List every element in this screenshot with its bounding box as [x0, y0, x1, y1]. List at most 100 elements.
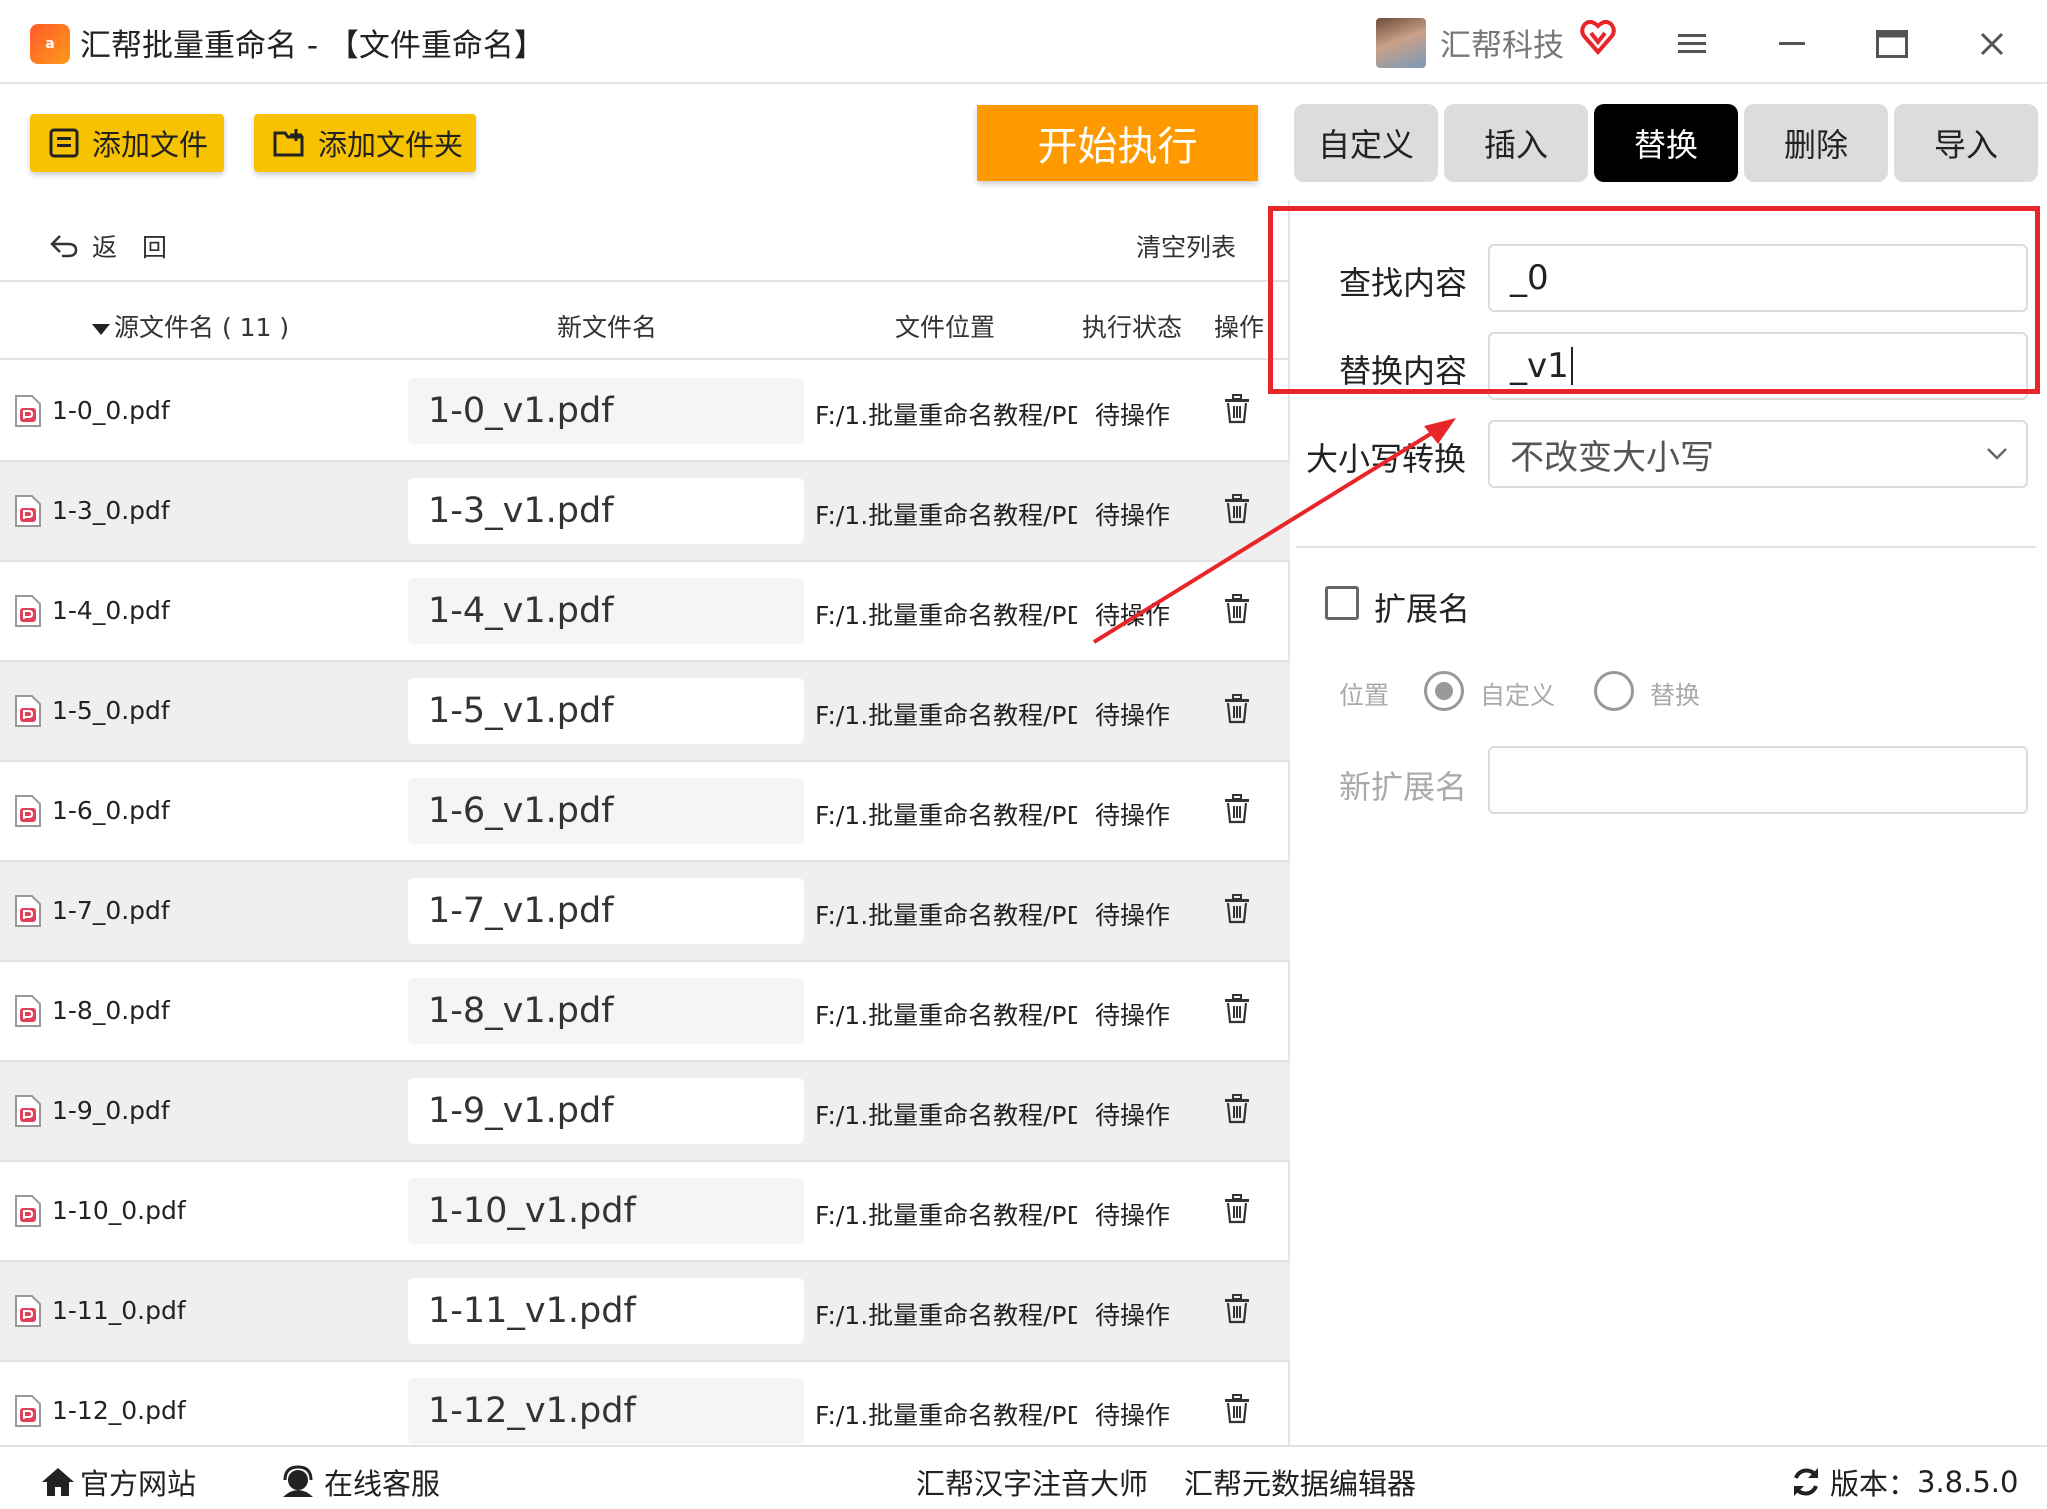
start-button[interactable]: 开始执行	[977, 105, 1258, 181]
position-label: 位置	[1339, 681, 1390, 710]
pdf-file-icon	[15, 595, 41, 627]
source-file-name: 1-4_0.pdf	[52, 596, 170, 625]
new-file-name-input[interactable]: 1-6_v1.pdf	[408, 778, 804, 844]
source-file-name: 1-5_0.pdf	[52, 696, 170, 725]
back-button[interactable]: 返 回	[48, 228, 167, 264]
add-file-icon	[49, 128, 79, 158]
header-source[interactable]: 源文件名 ( 11 )	[92, 308, 289, 344]
trash-icon[interactable]	[1224, 1394, 1250, 1424]
section-divider	[1296, 546, 2036, 548]
vip-heart-icon[interactable]	[1580, 18, 1616, 58]
pdf-file-icon	[15, 1095, 41, 1127]
online-service-link[interactable]: 在线客服	[280, 1461, 440, 1503]
add-folder-button[interactable]: 添加文件夹	[254, 114, 476, 172]
header-action: 操作	[1214, 313, 1265, 342]
maximize-icon[interactable]	[1862, 14, 1922, 74]
table-row[interactable]: 1-6_0.pdf 1-6_v1.pdf F:/1.批量重命名教程/PDF 待操作	[0, 762, 1290, 862]
trash-icon[interactable]	[1224, 1294, 1250, 1324]
window-title: 汇帮批量重命名 - 【文件重命名】	[80, 28, 545, 64]
source-file-name: 1-7_0.pdf	[52, 896, 170, 925]
new-file-name-input[interactable]: 1-5_v1.pdf	[408, 678, 804, 744]
pinyin-master-link[interactable]: 汇帮汉字注音大师	[916, 1461, 1148, 1503]
source-file-name: 1-12_0.pdf	[52, 1396, 186, 1425]
file-location: F:/1.批量重命名教程/PDF	[815, 1401, 1077, 1430]
metadata-editor-link[interactable]: 汇帮元数据编辑器	[1184, 1461, 1416, 1503]
tab-delete[interactable]: 删除	[1744, 104, 1888, 182]
pdf-file-icon	[15, 895, 41, 927]
new-file-name-input[interactable]: 1-4_v1.pdf	[408, 578, 804, 644]
home-icon	[42, 1468, 74, 1496]
user-name[interactable]: 汇帮科技	[1440, 20, 1564, 65]
status-text: 待操作	[1095, 1101, 1171, 1130]
file-location: F:/1.批量重命名教程/PDF	[815, 701, 1077, 730]
pdf-file-icon	[15, 1395, 41, 1427]
status-text: 待操作	[1095, 1301, 1171, 1330]
table-row[interactable]: 1-7_0.pdf 1-7_v1.pdf F:/1.批量重命名教程/PDF 待操作	[0, 862, 1290, 962]
close-icon[interactable]	[1962, 14, 2022, 74]
add-file-button[interactable]: 添加文件	[30, 114, 224, 172]
official-site-link[interactable]: 官方网站	[40, 1461, 196, 1503]
new-file-name-input[interactable]: 1-11_v1.pdf	[408, 1278, 804, 1344]
tab-import[interactable]: 导入	[1894, 104, 2038, 182]
trash-icon[interactable]	[1224, 994, 1250, 1024]
pdf-file-icon	[15, 395, 41, 427]
new-file-name-input[interactable]: 1-10_v1.pdf	[408, 1178, 804, 1244]
pdf-file-icon	[15, 695, 41, 727]
table-row[interactable]: 1-8_0.pdf 1-8_v1.pdf F:/1.批量重命名教程/PDF 待操作	[0, 962, 1290, 1062]
header-new-name: 新文件名	[557, 313, 658, 342]
table-row[interactable]: 1-9_0.pdf 1-9_v1.pdf F:/1.批量重命名教程/PDF 待操作	[0, 1062, 1290, 1162]
tab-replace[interactable]: 替换	[1594, 104, 1738, 182]
pdf-file-icon	[15, 1295, 41, 1327]
table-row[interactable]: 1-11_0.pdf 1-11_v1.pdf F:/1.批量重命名教程/PDF 待操作	[0, 1262, 1290, 1362]
sort-down-icon	[92, 324, 110, 335]
radio-custom[interactable]	[1424, 671, 1464, 711]
extension-checkbox[interactable]	[1325, 586, 1359, 620]
header-status: 执行状态	[1082, 313, 1183, 342]
trash-icon[interactable]	[1224, 1094, 1250, 1124]
source-file-name: 1-6_0.pdf	[52, 796, 170, 825]
source-file-name: 1-0_0.pdf	[52, 396, 170, 425]
source-file-name: 1-10_0.pdf	[52, 1196, 186, 1225]
radio-replace[interactable]	[1594, 671, 1634, 711]
user-avatar[interactable]	[1376, 18, 1426, 68]
file-list-header: 源文件名 ( 11 ) 新文件名 文件位置 执行状态 操作	[0, 280, 1290, 360]
source-file-name: 1-11_0.pdf	[52, 1296, 186, 1325]
pdf-file-icon	[15, 795, 41, 827]
status-text: 待操作	[1095, 701, 1171, 730]
file-location: F:/1.批量重命名教程/PDF	[815, 801, 1077, 830]
source-file-name: 1-3_0.pdf	[52, 496, 170, 525]
tab-insert[interactable]: 插入	[1444, 104, 1588, 182]
new-file-name-input[interactable]: 1-7_v1.pdf	[408, 878, 804, 944]
clear-list-button[interactable]: 清空列表	[1136, 228, 1236, 264]
file-location: F:/1.批量重命名教程/PDF	[815, 401, 1077, 430]
trash-icon[interactable]	[1224, 1194, 1250, 1224]
chevron-down-icon	[1987, 448, 2007, 460]
app-logo-icon: a	[30, 24, 70, 64]
new-file-name-input[interactable]: 1-8_v1.pdf	[408, 978, 804, 1044]
trash-icon[interactable]	[1224, 894, 1250, 924]
highlight-box	[1268, 206, 2040, 394]
version-info[interactable]: 版本： 3.8.5.0	[1790, 1461, 2018, 1503]
new-file-name-input[interactable]: 1-0_v1.pdf	[408, 378, 804, 444]
trash-icon[interactable]	[1224, 694, 1250, 724]
add-folder-label: 添加文件夹	[318, 128, 464, 162]
new-file-name-input[interactable]: 1-9_v1.pdf	[408, 1078, 804, 1144]
table-row[interactable]: 1-5_0.pdf 1-5_v1.pdf F:/1.批量重命名教程/PDF 待操作	[0, 662, 1290, 762]
trash-icon[interactable]	[1224, 794, 1250, 824]
file-location: F:/1.批量重命名教程/PDF	[815, 1101, 1077, 1130]
header-location: 文件位置	[895, 313, 996, 342]
case-select[interactable]: 不改变大小写	[1488, 420, 2028, 488]
file-location: F:/1.批量重命名教程/PDF	[815, 1301, 1077, 1330]
minimize-icon[interactable]	[1762, 14, 1822, 74]
tab-custom[interactable]: 自定义	[1294, 104, 1438, 182]
pdf-file-icon	[15, 495, 41, 527]
table-row[interactable]: 1-10_0.pdf 1-10_v1.pdf F:/1.批量重命名教程/PDF 待操作	[0, 1162, 1290, 1262]
menu-icon[interactable]	[1662, 14, 1722, 74]
back-label: 返 回	[92, 233, 168, 262]
footer: 官方网站 在线客服 汇帮汉字注音大师 汇帮元数据编辑器 版本： 3.8.5.0	[0, 1445, 2047, 1509]
add-file-label: 添加文件	[92, 128, 209, 162]
new-file-name-input[interactable]: 1-3_v1.pdf	[408, 478, 804, 544]
new-file-name-input[interactable]: 1-12_v1.pdf	[408, 1378, 804, 1444]
new-extension-input[interactable]	[1488, 746, 2028, 814]
file-location: F:/1.批量重命名教程/PDF	[815, 1001, 1077, 1030]
